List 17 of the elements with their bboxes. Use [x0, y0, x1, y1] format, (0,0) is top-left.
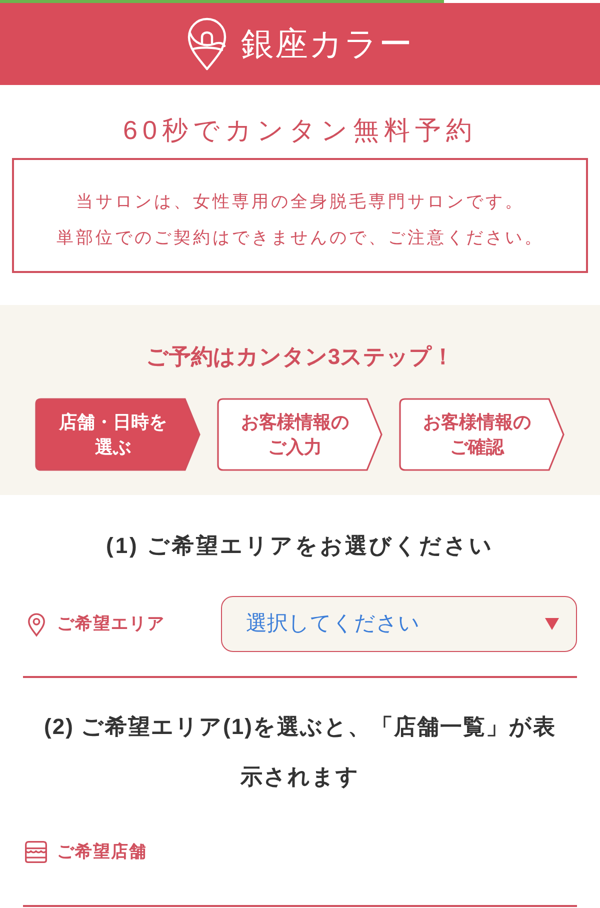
- steps-heading: ご予約はカンタン3ステップ！: [146, 343, 454, 371]
- notice-text: 当サロンは、女性専用の全身脱毛専門サロンです。: [76, 191, 524, 213]
- step-indicator: お客様情報のご入力: [217, 398, 383, 471]
- brand-name: 銀座カラー: [241, 24, 413, 64]
- section-heading: (2) ご希望エリア(1)を選ぶと、「店舗一覧」が表示されます: [43, 713, 557, 791]
- store-icon: [24, 840, 48, 864]
- step-indicator: お客様情報のご確認: [399, 398, 565, 471]
- field-label: ご希望エリア: [57, 613, 165, 636]
- notice-text: 単部位でのご契約はできませんので、ご注意ください。: [56, 227, 544, 249]
- field-label: ご希望店舗: [57, 841, 147, 864]
- area-select[interactable]: 選択してください: [221, 596, 577, 652]
- location-pin-icon: [27, 612, 46, 636]
- step-indicator: 店舗・日時を選ぶ: [35, 398, 201, 471]
- section-heading: (1) ご希望エリアをお選びください: [106, 532, 494, 560]
- page-title: 60秒でカンタン無料予約: [123, 115, 477, 145]
- logo-icon: [187, 17, 227, 71]
- caret-icon: [545, 618, 559, 630]
